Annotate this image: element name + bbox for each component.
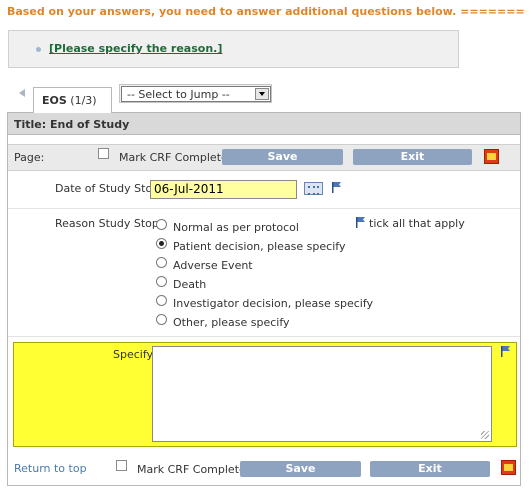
mark-crf-complete-checkbox[interactable] xyxy=(98,148,109,159)
reason-radio[interactable] xyxy=(156,295,167,306)
divider xyxy=(8,208,520,209)
jump-select-value: -- Select to Jump -- xyxy=(127,88,230,101)
divider xyxy=(8,336,520,337)
save-button-bottom[interactable]: Save xyxy=(240,461,361,477)
reason-option-label: Normal as per protocol xyxy=(173,221,299,234)
reason-radio[interactable] xyxy=(156,219,167,230)
mark-crf-complete-checkbox-bottom[interactable] xyxy=(116,460,127,471)
specify-row: Specify xyxy=(13,342,517,447)
mark-crf-complete-label: Mark CRF Complete xyxy=(119,151,228,164)
save-button[interactable]: Save xyxy=(222,149,343,165)
jump-select[interactable]: -- Select to Jump -- xyxy=(121,86,271,102)
reason-option-label: Adverse Event xyxy=(173,259,253,272)
exit-button-bottom[interactable]: Exit xyxy=(370,461,490,477)
tab-bar: EOS (1/3) -- Select to Jump -- xyxy=(16,84,516,113)
notes-icon-bottom[interactable] xyxy=(501,460,516,475)
reason-option-label: Other, please specify xyxy=(173,316,290,329)
jump-select-wrapper: -- Select to Jump -- xyxy=(119,84,272,103)
date-label: Date of Study Stop xyxy=(55,182,160,195)
page-label: Page: xyxy=(14,151,45,164)
reason-option-label: Death xyxy=(173,278,207,291)
crf-form: Title: End of Study Page: Mark CRF Compl… xyxy=(7,112,521,486)
chevron-down-icon[interactable] xyxy=(255,88,269,100)
specify-label: Specify xyxy=(113,348,154,361)
flag-icon[interactable] xyxy=(500,345,512,357)
reason-radio[interactable] xyxy=(156,314,167,325)
calendar-icon[interactable] xyxy=(304,182,323,195)
notes-icon[interactable] xyxy=(484,149,499,164)
previous-tab-arrow-icon[interactable] xyxy=(19,89,25,97)
reason-radio[interactable] xyxy=(156,238,167,249)
reason-label: Reason Study Stop xyxy=(55,217,159,230)
tab-eos[interactable]: EOS (1/3) xyxy=(33,87,112,113)
tick-all-hint: tick all that apply xyxy=(369,217,465,230)
form-title: Title: End of Study xyxy=(8,113,520,135)
specify-reason-link[interactable]: [Please specify the reason.] xyxy=(49,42,222,55)
page-toolbar-top: Page: Mark CRF Complete Save Exit xyxy=(8,144,520,171)
reason-radio[interactable] xyxy=(156,257,167,268)
date-of-study-stop-input[interactable]: 06-Jul-2011 xyxy=(150,180,297,199)
mark-crf-complete-label-bottom: Mark CRF Complete xyxy=(137,463,246,476)
specify-textarea[interactable] xyxy=(152,346,492,442)
return-to-top-link[interactable]: Return to top xyxy=(14,462,87,475)
bullet-icon xyxy=(36,47,41,52)
reason-option-label: Investigator decision, please specify xyxy=(173,297,374,310)
exit-button[interactable]: Exit xyxy=(353,149,472,165)
tab-eos-name: EOS xyxy=(42,94,67,107)
resize-handle-icon[interactable] xyxy=(481,431,489,439)
reason-radio[interactable] xyxy=(156,276,167,287)
flag-icon[interactable] xyxy=(331,181,343,193)
top-message: Based on your answers, you need to answe… xyxy=(7,5,525,18)
notice-panel: [Please specify the reason.] xyxy=(8,30,459,68)
tab-eos-count: (1/3) xyxy=(70,94,97,107)
reason-option-label: Patient decision, please specify xyxy=(173,240,346,253)
flag-icon[interactable] xyxy=(355,216,367,228)
